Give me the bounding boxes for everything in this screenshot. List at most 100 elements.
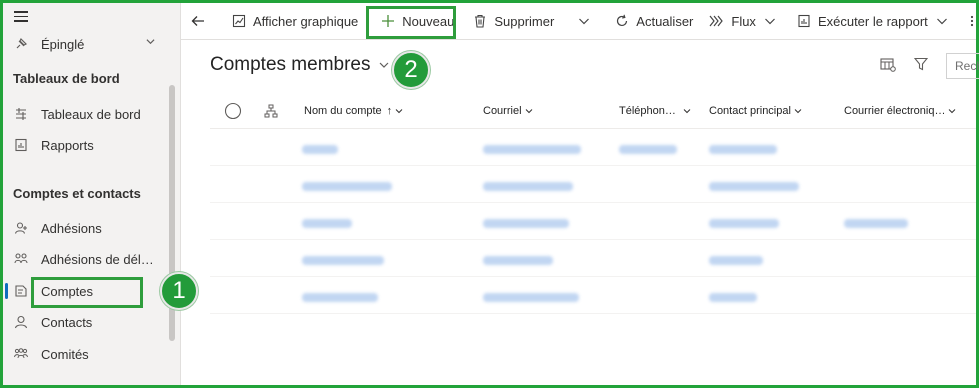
page-title: Comptes membres: [210, 54, 371, 75]
table-row[interactable]: [210, 170, 976, 203]
blurred-cell: [302, 293, 378, 302]
sidebar-item-pinned[interactable]: Épinglé: [3, 29, 169, 59]
step-badge-2: 2: [392, 51, 430, 89]
trash-icon: [472, 13, 488, 29]
more-vertical-icon: [970, 15, 973, 27]
highlight-box-accounts: [31, 277, 143, 308]
accounts-icon: [13, 283, 29, 299]
chart-icon: [231, 13, 247, 29]
chevron-down-icon: [765, 18, 775, 25]
column-header-email[interactable]: Courriel: [483, 98, 533, 124]
column-header-primary-contact[interactable]: Contact principal: [709, 98, 802, 124]
column-header-label: Courriel: [483, 105, 522, 117]
column-header-label: Téléphon…: [619, 105, 676, 117]
table-row[interactable]: [210, 133, 976, 166]
overflow-menu-button[interactable]: [964, 3, 979, 40]
back-arrow-icon: [191, 16, 204, 26]
step-badge-1: 1: [160, 272, 198, 310]
column-header-label: Contact principal: [709, 105, 791, 117]
show-chart-label: Afficher graphique: [253, 13, 359, 29]
sidebar-item-label: Tableaux de bord: [41, 106, 141, 122]
run-report-label: Exécuter le rapport: [817, 13, 928, 29]
hierarchy-button[interactable]: [264, 98, 278, 124]
select-all-circle-icon: [224, 102, 242, 120]
sidebar: Épinglé Tableaux de bord Tableaux de bor…: [3, 3, 181, 385]
blurred-cell: [709, 145, 777, 154]
show-chart-button[interactable]: Afficher graphique: [223, 3, 366, 40]
table-row[interactable]: [210, 281, 976, 314]
edit-columns-icon: [880, 58, 896, 72]
sidebar-item-label: Adhésions: [41, 220, 102, 236]
blurred-cell: [483, 256, 553, 265]
refresh-icon: [614, 13, 630, 29]
flow-button[interactable]: Flux: [701, 3, 784, 40]
highlight-box-new: [366, 6, 456, 39]
dashboard-icon: [13, 106, 29, 122]
column-header-label: Courrier électroniq…: [844, 105, 946, 117]
chevron-down-icon[interactable]: [146, 37, 155, 46]
chevron-down-icon: [683, 109, 691, 114]
select-all-checkbox[interactable]: [224, 98, 242, 124]
table-row[interactable]: [210, 207, 976, 240]
edit-columns-button[interactable]: [880, 57, 896, 75]
reports-icon: [13, 137, 29, 153]
blurred-cell: [483, 145, 581, 154]
sidebar-item-memberships[interactable]: Adhésions: [3, 213, 169, 243]
search-input[interactable]: Rech: [946, 53, 979, 79]
filter-icon: [913, 57, 929, 71]
refresh-button[interactable]: Actualiser: [606, 3, 701, 40]
pin-icon: [13, 36, 29, 52]
filter-button[interactable]: [913, 57, 929, 74]
sidebar-item-committees[interactable]: Comités: [3, 339, 169, 369]
flow-label: Flux: [731, 13, 756, 29]
blurred-cell: [302, 219, 352, 228]
blurred-cell: [302, 145, 338, 154]
contact-icon: [13, 314, 29, 330]
table-row[interactable]: [210, 244, 976, 277]
sidebar-item-label: Rapports: [41, 137, 94, 153]
chevron-down-icon: [936, 18, 947, 25]
delegate-membership-icon: [13, 251, 29, 267]
column-header-account-name[interactable]: Nom du compte ↑: [304, 98, 403, 124]
report-icon: [796, 13, 812, 29]
chevron-down-icon: [395, 109, 403, 114]
blurred-cell: [709, 182, 799, 191]
hamburger-menu-icon[interactable]: [14, 11, 28, 25]
sidebar-item-dashboards[interactable]: Tableaux de bord: [3, 99, 169, 129]
committees-icon: [13, 346, 29, 362]
blurred-cell: [483, 293, 579, 302]
section-accounts-contacts: Comptes et contacts: [13, 186, 141, 201]
column-header-phone[interactable]: Téléphon…: [619, 98, 691, 124]
view-selector[interactable]: Comptes membres: [210, 54, 389, 76]
hierarchy-icon: [264, 104, 278, 118]
blurred-cell: [302, 256, 384, 265]
column-header-email-address[interactable]: Courrier électroniq…: [844, 98, 956, 124]
section-dashboards: Tableaux de bord: [13, 71, 120, 86]
back-button[interactable]: [181, 3, 215, 40]
membership-icon: [13, 220, 29, 236]
column-header-label: Nom du compte: [304, 105, 382, 117]
sidebar-item-delegate-memberships[interactable]: Adhésions de dél…: [3, 244, 169, 274]
flow-icon: [709, 13, 725, 29]
sort-ascending-icon: ↑: [386, 105, 393, 117]
chevron-down-icon: [794, 109, 802, 114]
run-report-button[interactable]: Exécuter le rapport: [788, 3, 956, 40]
sidebar-item-label: Comités: [41, 346, 89, 362]
refresh-label: Actualiser: [636, 13, 694, 29]
header-divider: [210, 128, 976, 129]
chevron-down-icon: [579, 18, 590, 25]
sidebar-item-label: Adhésions de dél…: [41, 251, 154, 267]
delete-button[interactable]: Supprimer: [464, 3, 562, 40]
sidebar-item-label: Épinglé: [41, 36, 85, 52]
blurred-cell: [483, 219, 569, 228]
blurred-cell: [619, 145, 677, 154]
blurred-cell: [709, 219, 779, 228]
more-commands-dropdown[interactable]: [570, 3, 598, 40]
blurred-cell: [483, 182, 573, 191]
chevron-down-icon: [379, 62, 388, 68]
blurred-cell: [709, 293, 757, 302]
sidebar-item-contacts[interactable]: Contacts: [3, 307, 169, 337]
sidebar-item-reports[interactable]: Rapports: [3, 130, 169, 160]
chevron-down-icon: [525, 109, 532, 114]
delete-label: Supprimer: [494, 13, 555, 29]
